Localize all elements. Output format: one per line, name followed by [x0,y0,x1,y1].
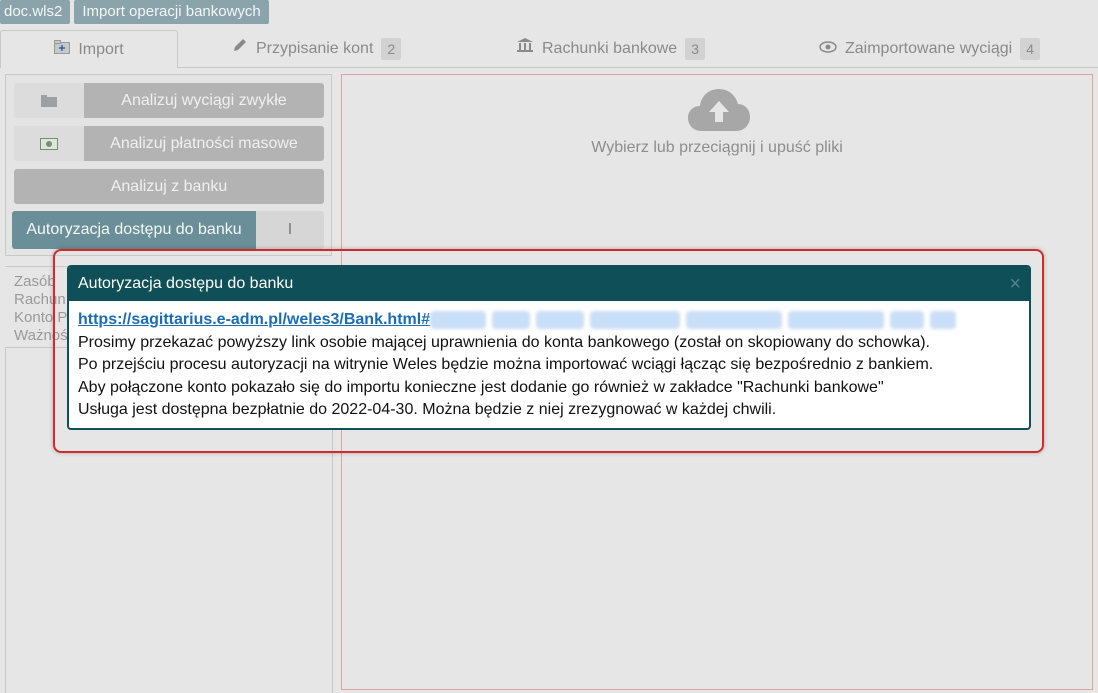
tab-import[interactable]: Import [0,30,178,68]
redacted-segment [890,311,925,330]
redacted-segment [590,311,681,330]
tab-bank-accounts[interactable]: Rachunki bankowe 3 [516,30,705,68]
bank-authorization-button[interactable]: Autoryzacja dostępu do banku [12,211,256,249]
left-column-border [5,348,6,693]
tab-account-assignment-count: 2 [381,38,402,60]
analyze-statements-label: Analizuj wyciągi zwykłe [84,83,324,118]
dialog-text-line: Aby połączone konto pokazało się do impo… [78,378,884,396]
close-icon[interactable]: × [1009,273,1021,296]
tab-import-label: Import [78,40,124,58]
authorization-link-row: https://sagittarius.e-adm.pl/weles3/Bank… [78,309,1019,332]
tab-imported-statements-count: 4 [1020,38,1040,60]
dialog-title: Autoryzacja dostępu do banku [78,275,294,292]
redacted-segment [930,311,957,330]
tab-imported-statements-label: Zaimportowane wyciągi [845,40,1013,57]
redacted-segment [788,311,885,330]
redacted-segment [430,311,487,330]
redacted-segment [492,311,531,330]
redacted-segment [686,311,783,330]
eye-icon [819,31,837,67]
analyze-mass-payments-button[interactable]: Analizuj płatności masowe [14,126,324,161]
dialog-text-line: Po przejściu procesu autoryzacji na witr… [78,356,934,373]
tab-bank-accounts-label: Rachunki bankowe [542,40,678,57]
breadcrumb-module[interactable]: Import operacji bankowych [74,0,269,24]
import-icon [54,32,71,68]
dialog-header: Autoryzacja dostępu do banku × [69,267,1029,301]
redacted-segment [536,311,585,330]
analyze-mass-payments-label: Analizuj płatności masowe [84,126,324,161]
analyze-from-bank-button[interactable]: Analizuj z banku [14,169,324,204]
tab-bank-accounts-count: 3 [685,38,705,60]
breadcrumb: doc.wls2 Import operacji bankowych [0,0,269,24]
tab-divider [178,67,1098,68]
cloud-upload-icon [688,87,750,138]
folder-icon [14,83,84,118]
dialog-text-line: Usługa jest dostępna bezpłatnie do 2022-… [78,401,777,418]
authorization-link[interactable]: https://sagittarius.e-adm.pl/weles3/Bank… [78,309,430,332]
tab-account-assignment-label: Przypisanie kont [256,40,374,57]
breadcrumb-file[interactable]: doc.wls2 [0,0,71,24]
bank-authorization-dialog: Autoryzacja dostępu do banku × https://s… [67,265,1031,430]
tab-bar: Import Przypisanie kont 2 Rachunki banko… [0,30,1098,68]
dropzone-text: Wybierz lub przeciągnij i upuść pliki [591,139,843,156]
bank-authorization-group: Autoryzacja dostępu do banku I [12,211,324,249]
dialog-text-line: Prosimy przekazać powyższy link osobie m… [78,333,930,351]
bank-authorization-side-button[interactable]: I [256,211,324,249]
tab-account-assignment[interactable]: Przypisanie kont 2 [232,30,402,68]
bank-icon [516,31,534,67]
dialog-body: https://sagittarius.e-adm.pl/weles3/Bank… [69,301,1029,422]
analyze-statements-button[interactable]: Analizuj wyciągi zwykłe [14,83,324,118]
pencil-icon [232,31,248,67]
tab-imported-statements[interactable]: Zaimportowane wyciągi 4 [819,30,1040,68]
money-icon [14,126,84,161]
left-action-panel: Analizuj wyciągi zwykłe Analizuj płatnoś… [5,74,332,256]
